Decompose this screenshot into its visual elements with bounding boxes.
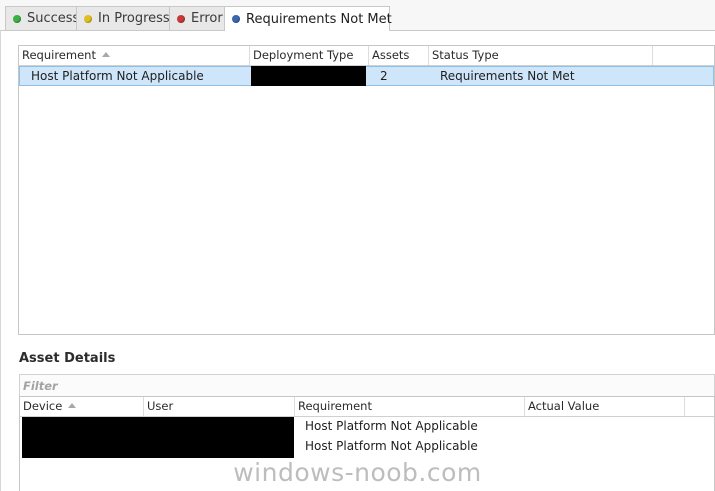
column-header-status-type[interactable]: Status Type bbox=[429, 46, 653, 65]
column-header-requirement[interactable]: Requirement bbox=[295, 397, 525, 416]
cell-requirement: Host Platform Not Applicable bbox=[31, 69, 204, 83]
table-row[interactable]: Host Platform Not Applicable 2 Requireme… bbox=[19, 66, 714, 86]
column-header-assets[interactable]: Assets bbox=[369, 46, 429, 65]
error-status-icon bbox=[177, 14, 185, 23]
column-header-label: Device bbox=[23, 399, 63, 413]
asset-details-grid: Device User Requirement Actual Value Hos… bbox=[19, 396, 715, 491]
tab-success[interactable]: Success bbox=[5, 6, 80, 30]
column-header-label: User bbox=[147, 399, 174, 413]
column-header-label: Assets bbox=[372, 48, 410, 62]
tab-in-progress[interactable]: In Progress bbox=[76, 6, 170, 30]
in-progress-status-icon bbox=[84, 14, 92, 23]
tab-label: Error bbox=[191, 11, 223, 26]
requirements-not-met-status-icon bbox=[232, 15, 240, 23]
column-header-label: Status Type bbox=[432, 48, 499, 62]
sort-ascending-icon bbox=[68, 403, 77, 408]
column-header-label: Requirement bbox=[298, 399, 372, 413]
status-tab-strip: Success In Progress Error Requirements N… bbox=[0, 0, 715, 31]
cell-assets: 2 bbox=[380, 69, 388, 83]
column-header-label: Deployment Type bbox=[253, 48, 354, 62]
tab-requirements-not-met[interactable]: Requirements Not Met bbox=[224, 6, 392, 31]
column-header-deployment-type[interactable]: Deployment Type bbox=[250, 46, 369, 65]
tab-label: Success bbox=[27, 11, 80, 26]
left-border bbox=[0, 30, 1, 491]
asset-details-title: Asset Details bbox=[19, 351, 116, 366]
requirements-grid-header: Requirement Deployment Type Assets Statu… bbox=[19, 46, 714, 66]
cell-requirement: Host Platform Not Applicable bbox=[305, 439, 478, 453]
requirements-grid: Requirement Deployment Type Assets Statu… bbox=[18, 45, 715, 335]
cell-requirement: Host Platform Not Applicable bbox=[305, 419, 478, 433]
tab-error[interactable]: Error bbox=[169, 6, 225, 30]
column-header-label: Actual Value bbox=[528, 399, 600, 413]
success-status-icon bbox=[13, 14, 21, 23]
table-row[interactable]: Host Platform Not Applicable bbox=[20, 417, 714, 437]
column-header-user[interactable]: User bbox=[144, 397, 295, 416]
filter-bar bbox=[19, 374, 715, 396]
column-header-device[interactable]: Device bbox=[20, 397, 144, 416]
sort-ascending-icon bbox=[101, 52, 110, 57]
column-header-label: Requirement bbox=[22, 48, 96, 62]
column-header-requirement[interactable]: Requirement bbox=[19, 46, 250, 65]
column-header-actual-value[interactable]: Actual Value bbox=[525, 397, 685, 416]
table-row[interactable]: Host Platform Not Applicable bbox=[20, 437, 714, 457]
cell-status-type: Requirements Not Met bbox=[440, 69, 575, 83]
filter-input[interactable] bbox=[23, 377, 703, 394]
asset-details-grid-header: Device User Requirement Actual Value bbox=[20, 397, 714, 417]
redacted-deployment-type bbox=[251, 66, 366, 86]
tab-label: Requirements Not Met bbox=[246, 11, 392, 27]
tab-label: In Progress bbox=[98, 11, 170, 26]
